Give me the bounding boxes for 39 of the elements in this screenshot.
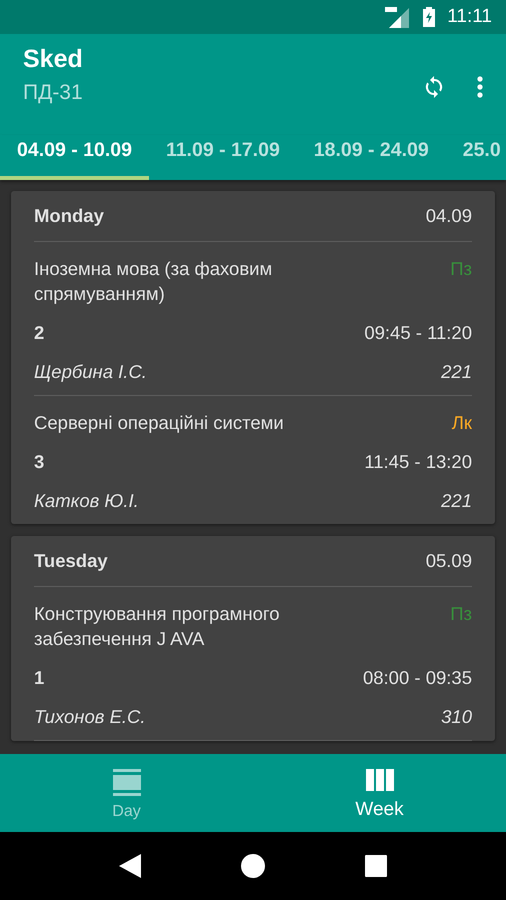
lesson-type: Лк bbox=[452, 411, 472, 435]
date-range-tab[interactable]: 11.09 - 17.09 bbox=[148, 135, 297, 180]
lesson-title: Серверні операційні системи bbox=[34, 411, 284, 435]
teacher-name: Щербина І.С. bbox=[34, 360, 147, 382]
room-number: 310 bbox=[441, 706, 472, 728]
room-number: 221 bbox=[441, 360, 472, 382]
teacher-name: Катков Ю.І. bbox=[34, 490, 139, 512]
day-name: Tuesday bbox=[34, 550, 108, 572]
app-title: Sked bbox=[23, 44, 83, 74]
date-range-tab[interactable]: 18.09 - 24.09 bbox=[296, 135, 446, 180]
week-view-icon bbox=[366, 768, 394, 792]
clock-time: 11:11 bbox=[447, 6, 492, 28]
more-menu-button[interactable] bbox=[476, 74, 484, 98]
lesson-number: 1 bbox=[34, 666, 44, 688]
nav-tab[interactable]: Day bbox=[0, 754, 253, 832]
battery-charging-icon bbox=[423, 7, 436, 27]
nav-tab[interactable]: Week bbox=[253, 754, 506, 832]
lesson-title: Конструювання програмного забезпечення J AVA bbox=[34, 602, 280, 651]
home-icon bbox=[241, 854, 265, 878]
day-name: Monday bbox=[34, 205, 104, 227]
lesson-time: 11:45 - 13:20 bbox=[364, 450, 472, 472]
lesson-number: 2 bbox=[34, 322, 44, 344]
lesson-title: Іноземна мова (за фаховим спрямуванням) bbox=[34, 257, 274, 306]
room-number: 221 bbox=[441, 490, 472, 512]
day-view-icon bbox=[112, 768, 140, 796]
lte-signal-icon bbox=[385, 6, 412, 28]
day-date: 04.09 bbox=[426, 205, 472, 227]
back-icon bbox=[119, 854, 141, 878]
lesson-time: 08:00 - 09:35 bbox=[362, 666, 472, 688]
teacher-name: Тихонов Е.С. bbox=[34, 706, 146, 728]
more-menu-icon bbox=[476, 74, 484, 98]
lesson-number: 3 bbox=[34, 450, 44, 472]
recents-icon bbox=[365, 855, 387, 877]
group-subtitle: ПД-31 bbox=[23, 81, 83, 105]
date-range-tab[interactable]: 25.0 bbox=[446, 135, 501, 180]
day-date: 05.09 bbox=[426, 550, 472, 572]
lesson-type: Пз bbox=[450, 602, 472, 626]
lesson-time: 09:45 - 11:20 bbox=[364, 322, 472, 344]
lesson-type: Пз bbox=[450, 257, 472, 281]
